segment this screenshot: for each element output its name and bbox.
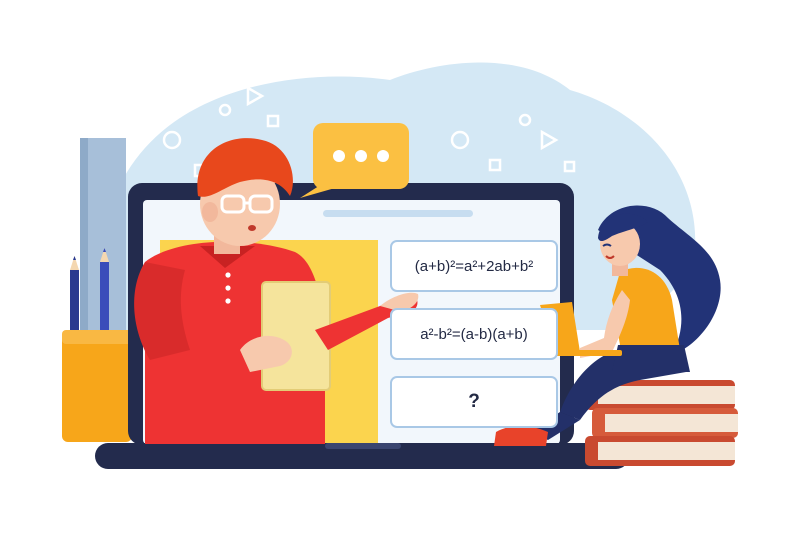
- formula-card-1: (a+b)²=a²+2ab+b²: [390, 240, 558, 292]
- question-mark-text: ?: [468, 391, 480, 412]
- pencil-cup: [62, 330, 132, 442]
- question-card: ?: [390, 376, 558, 428]
- formula-card-2: a²-b²=(a-b)(a+b): [390, 308, 558, 360]
- book-stack: [585, 380, 738, 466]
- ellipsis-icon: [333, 150, 389, 162]
- formula-text: a²-b²=(a-b)(a+b): [420, 325, 528, 343]
- formula-text: (a+b)²=a²+2ab+b²: [414, 257, 534, 275]
- online-math-lesson-illustration: (a+b)²=a²+2ab+b² a²-b²=(a-b)(a+b) ?: [0, 0, 800, 533]
